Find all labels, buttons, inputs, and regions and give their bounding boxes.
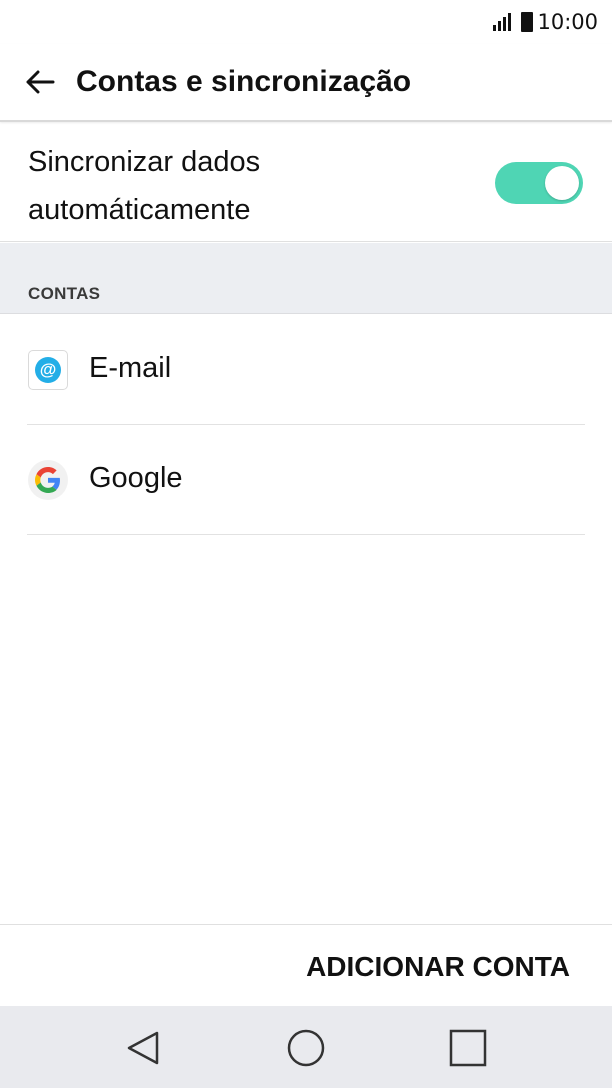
auto-sync-toggle[interactable] (495, 162, 583, 204)
status-time: 10:00 (537, 10, 598, 34)
bottom-action-bar: ADICIONAR CONTA (0, 924, 612, 1007)
account-item-email[interactable]: @ E-mail (0, 315, 612, 425)
account-label: Google (89, 462, 183, 494)
recents-square-icon (449, 1029, 487, 1067)
page-title: Contas e sincronização (76, 65, 412, 98)
add-account-button[interactable]: ADICIONAR CONTA (306, 951, 570, 983)
signal-icon (493, 13, 512, 31)
google-g-icon (28, 460, 68, 500)
navigation-bar (0, 1006, 612, 1088)
app-bar: Contas e sincronização (0, 44, 612, 122)
section-title: CONTAS (28, 284, 101, 303)
email-at-icon: @ (28, 350, 68, 390)
nav-recents-button[interactable] (448, 1028, 488, 1068)
battery-icon (521, 12, 534, 32)
accounts-section-header: CONTAS (0, 243, 612, 314)
nav-home-button[interactable] (286, 1028, 326, 1068)
divider (27, 534, 585, 535)
auto-sync-label: Sincronizar dados automáticamente (28, 146, 261, 226)
home-circle-icon (287, 1029, 325, 1067)
toggle-knob (545, 166, 579, 200)
back-button[interactable] (22, 64, 58, 100)
account-item-google[interactable]: Google (0, 425, 612, 535)
back-triangle-icon (127, 1031, 159, 1065)
arrow-left-icon (26, 70, 55, 94)
account-label: E-mail (89, 352, 172, 384)
nav-back-button[interactable] (124, 1028, 164, 1068)
status-bar: 10:00 (0, 0, 612, 44)
